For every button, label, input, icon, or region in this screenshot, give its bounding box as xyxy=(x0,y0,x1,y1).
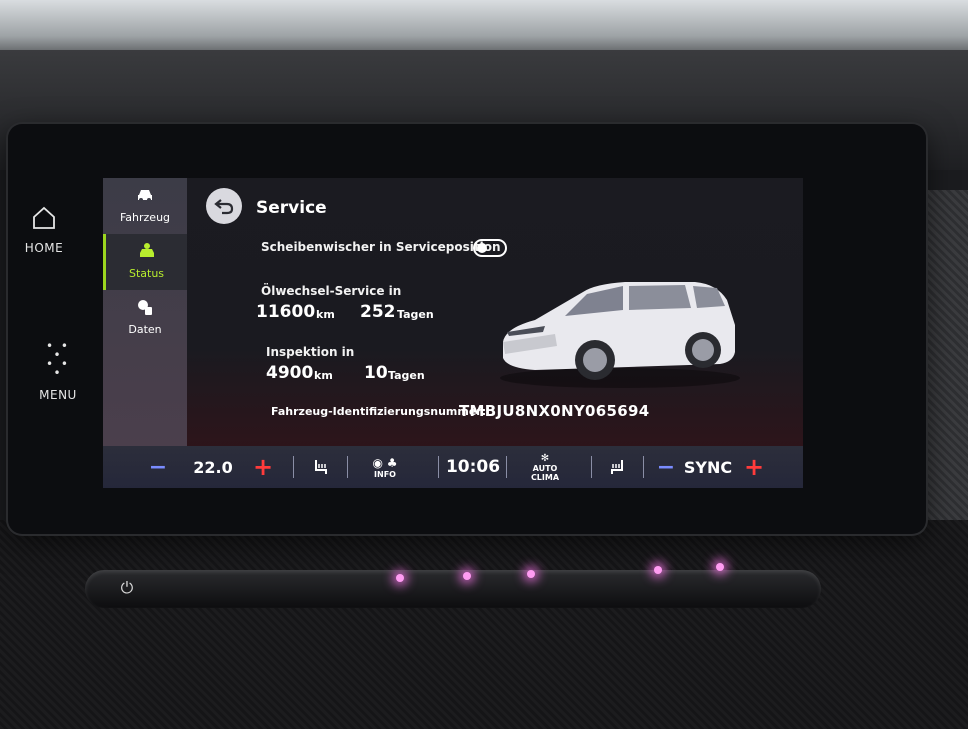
divider xyxy=(643,456,644,478)
oil-service-label: Ölwechsel-Service in xyxy=(261,284,402,298)
seat-heat-icon xyxy=(315,460,327,474)
infotainment-screen: Fahrzeug Status Daten Service Scheibenwi… xyxy=(103,178,803,488)
oil-service-km: 11600 xyxy=(256,302,316,322)
slider-led xyxy=(396,574,404,582)
inspection-days: 10 xyxy=(364,363,388,383)
divider xyxy=(506,456,507,478)
inspection-label: Inspektion in xyxy=(266,345,355,359)
clima-label: CLIMA xyxy=(530,472,560,482)
home-label: HOME xyxy=(24,241,64,255)
inspection-km: 4900 xyxy=(266,363,314,383)
sync-button[interactable]: SYNC xyxy=(683,446,733,488)
back-button[interactable] xyxy=(206,188,242,224)
wiper-service-toggle[interactable] xyxy=(473,239,507,257)
home-icon xyxy=(33,206,55,229)
fan-icon: ◉ ♣ xyxy=(372,455,398,470)
auto-icon: ✻ xyxy=(540,452,550,464)
subnav-item-daten[interactable]: Daten xyxy=(103,290,187,346)
clock: 10:06 xyxy=(445,457,501,477)
vin-label: Fahrzeug-Identifizierungsnummer: xyxy=(271,405,487,418)
toggle-knob xyxy=(477,243,487,253)
divider xyxy=(591,456,592,478)
subnav-label: Fahrzeug xyxy=(119,211,171,224)
info-label: INFO xyxy=(374,469,396,479)
carbon-trim xyxy=(0,520,968,729)
oil-service-km-unit: km xyxy=(316,308,335,321)
slider-led xyxy=(716,563,724,571)
home-button[interactable]: HOME xyxy=(14,205,74,256)
seat-heat-icon xyxy=(611,460,623,474)
wiper-service-label: Scheibenwischer in Serviceposition xyxy=(261,240,501,254)
subnav-label: Daten xyxy=(128,323,162,336)
sub-navigation: Fahrzeug Status Daten xyxy=(103,178,187,446)
menu-grid-icon: • • • • • • xyxy=(46,339,70,380)
auto-clima-button[interactable]: ✻ AUTO CLIMA xyxy=(523,446,567,488)
power-icon[interactable]: ⏻ xyxy=(118,579,136,597)
menu-button[interactable]: • • • • • • MENU xyxy=(28,339,88,403)
subnav-item-status[interactable]: Status xyxy=(103,234,187,290)
subnav-label: Status xyxy=(128,267,165,280)
slider-led xyxy=(463,572,471,580)
data-icon xyxy=(138,300,152,315)
car-status-icon xyxy=(139,243,154,257)
vehicle-image xyxy=(500,282,740,388)
right-temp-decrease-button[interactable]: − xyxy=(651,446,681,488)
right-temp-increase-button[interactable]: + xyxy=(739,446,769,488)
inspection-km-unit: km xyxy=(314,369,333,382)
left-temperature[interactable]: 22.0 xyxy=(188,446,238,488)
climate-bar: − 22.0 + ◉ ♣ INFO 10:06 ✻ AUTO CLIMA − S… xyxy=(103,446,803,488)
back-arrow-icon xyxy=(214,199,234,215)
divider xyxy=(347,456,348,478)
slider-led xyxy=(527,570,535,578)
divider xyxy=(438,456,439,478)
left-temp-increase-button[interactable]: + xyxy=(248,446,278,488)
inspection-days-unit: Tagen xyxy=(388,369,425,382)
menu-label: MENU xyxy=(39,388,77,402)
seat-heating-left-button[interactable] xyxy=(301,446,341,488)
info-button[interactable]: ◉ ♣ INFO xyxy=(355,446,415,488)
divider xyxy=(293,456,294,478)
seat-heating-right-button[interactable] xyxy=(597,446,637,488)
volume-slider[interactable] xyxy=(85,570,821,608)
auto-label: AUTO xyxy=(532,463,558,473)
oil-service-days-unit: Tagen xyxy=(397,308,434,321)
subnav-item-fahrzeug[interactable]: Fahrzeug xyxy=(103,178,187,234)
car-icon xyxy=(138,190,152,202)
oil-service-days: 252 xyxy=(360,302,396,322)
slider-led xyxy=(654,566,662,574)
left-temp-decrease-button[interactable]: − xyxy=(143,446,173,488)
page-title: Service xyxy=(256,198,327,218)
vin-value: TMBJU8NX0NY065694 xyxy=(459,402,650,420)
